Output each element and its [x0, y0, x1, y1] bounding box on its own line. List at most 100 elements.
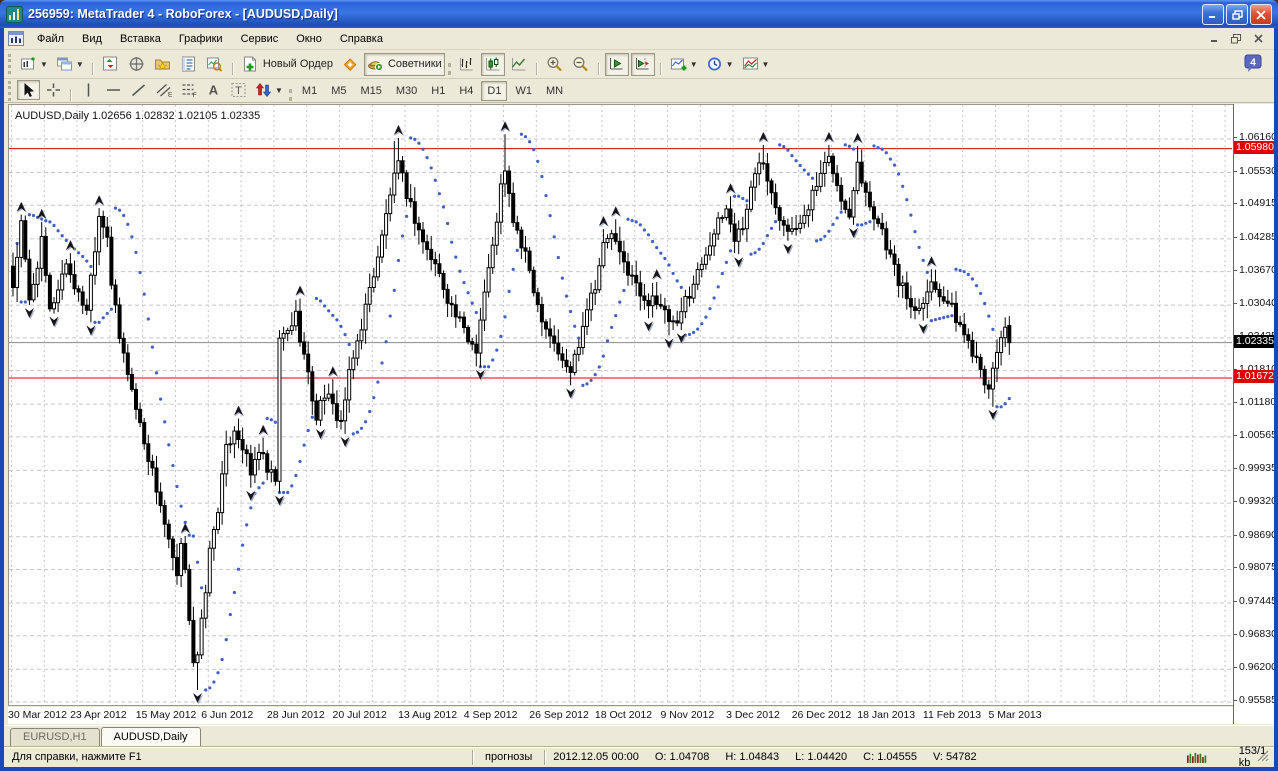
menu-справка[interactable]: Справка: [331, 30, 392, 48]
equidistant-channel-button[interactable]: E: [152, 80, 175, 100]
status-cell-3: L: 1.04420: [787, 751, 855, 763]
terminal-icon: [180, 56, 197, 72]
mql4-icon: 4: [1244, 54, 1262, 73]
profiles-icon: [56, 56, 73, 72]
restore-button[interactable]: [1226, 4, 1248, 25]
mdi-restore-icon: [1231, 34, 1241, 44]
app-icon: [6, 6, 23, 23]
period-h1-button[interactable]: H1: [425, 81, 451, 101]
chart-line-icon: [510, 56, 527, 72]
metaeditor-button[interactable]: [338, 53, 362, 76]
mdi-minimize-button[interactable]: [1206, 32, 1222, 46]
arrows-tool-button[interactable]: ▼: [252, 80, 286, 100]
period-m30-button[interactable]: M30: [390, 81, 423, 101]
zoom-in-button[interactable]: [543, 53, 567, 76]
price-tick: 1.03040: [1239, 297, 1277, 309]
profiles-button[interactable]: ▼: [53, 53, 87, 76]
minimize-button[interactable]: [1202, 4, 1224, 25]
periods-menu-dropdown-icon[interactable]: ▼: [726, 60, 734, 69]
period-d1-button[interactable]: D1: [481, 81, 507, 101]
menu-вставка[interactable]: Вставка: [111, 30, 170, 48]
chart-bars-icon: [458, 56, 475, 72]
chart-tab-eurusd-h1[interactable]: EURUSD,H1: [10, 728, 100, 746]
mdi-restore-button[interactable]: [1228, 32, 1244, 46]
price-axis[interactable]: 1.061601.055301.049151.042851.036701.030…: [1233, 104, 1274, 724]
price-tick: 1.04915: [1239, 197, 1277, 209]
menu-графики[interactable]: Графики: [170, 30, 232, 48]
resize-grip[interactable]: [1256, 749, 1269, 762]
period-mn-button[interactable]: MN: [540, 81, 569, 101]
chart-bars-button[interactable]: [455, 53, 479, 76]
menu-вид[interactable]: Вид: [73, 30, 111, 48]
vertical-line-button[interactable]: [77, 80, 100, 100]
time-axis[interactable]: 30 Mar 201223 Apr 201215 May 20126 Jun 2…: [8, 707, 1233, 724]
status-feed: прогнозы: [473, 751, 544, 763]
trendline-button[interactable]: [127, 80, 150, 100]
chart-candles-button[interactable]: [481, 53, 505, 76]
toolbar-separator: [232, 63, 234, 75]
close-button[interactable]: [1250, 4, 1272, 25]
date-tick: 18 Jan 2013: [857, 709, 915, 721]
status-cell-2: H: 1.04843: [717, 751, 787, 763]
auto-scroll-button[interactable]: [605, 53, 629, 76]
chart-window-icon[interactable]: [8, 31, 24, 46]
new-chart-dropdown-icon[interactable]: ▼: [40, 60, 48, 69]
periods-menu-button[interactable]: ▼: [703, 53, 737, 76]
templates-menu-dropdown-icon[interactable]: ▼: [762, 60, 770, 69]
status-bar: Для справки, нажмите F1 прогнозы 2012.12…: [4, 746, 1274, 767]
horizontal-line-button[interactable]: [102, 80, 125, 100]
chart-window: AUDUSD,Daily 1.02656 1.02832 1.02105 1.0…: [4, 103, 1274, 725]
zoom-in-icon: [546, 56, 563, 72]
date-tick: 23 Apr 2012: [70, 709, 127, 721]
cursor-button[interactable]: [17, 80, 40, 100]
period-h4-button[interactable]: H4: [453, 81, 479, 101]
text-label-button[interactable]: T: [227, 80, 250, 100]
indicators-list-button[interactable]: ▼: [667, 53, 701, 76]
period-m1-button[interactable]: M1: [296, 81, 323, 101]
mql4-community-button[interactable]: 4: [1241, 52, 1265, 75]
templates-menu-button[interactable]: ▼: [739, 53, 773, 76]
menu-bar: ФайлВидВставкаГрафикиСервисОкноСправка: [4, 28, 1274, 50]
trendline-icon: [130, 82, 147, 98]
toolbar-grip[interactable]: [8, 54, 13, 74]
new-chart-button[interactable]: ▼: [17, 53, 51, 76]
crosshair-icon: [45, 82, 62, 98]
profiles-dropdown-icon[interactable]: ▼: [76, 60, 84, 69]
terminal-button[interactable]: [177, 53, 201, 76]
toolbar-separator: [92, 63, 94, 75]
navigator-button[interactable]: [151, 53, 175, 76]
expert-advisors-button[interactable]: Советники: [364, 53, 445, 76]
toolbar-grip[interactable]: [289, 89, 292, 101]
menu-сервис[interactable]: Сервис: [232, 30, 288, 48]
arrows-tool-dropdown-icon[interactable]: ▼: [275, 86, 283, 95]
fibonacci-button[interactable]: F: [177, 80, 200, 100]
chart-tabs: EURUSD,H1AUDUSD,Daily: [4, 725, 1274, 746]
mdi-close-button[interactable]: [1250, 32, 1266, 46]
mdi-close-icon: [1254, 34, 1263, 43]
chart-tab-audusd-daily[interactable]: AUDUSD,Daily: [101, 727, 201, 746]
arrows-tool-icon: [255, 82, 272, 98]
indicators-list-dropdown-icon[interactable]: ▼: [690, 60, 698, 69]
toolbar-grip2[interactable]: [8, 81, 13, 101]
crosshair-button[interactable]: [42, 80, 65, 100]
market-watch-button[interactable]: [99, 53, 123, 76]
strategy-tester-button[interactable]: [203, 53, 227, 76]
zoom-out-button[interactable]: [569, 53, 593, 76]
menu-окно[interactable]: Окно: [287, 30, 331, 48]
chart-plot[interactable]: AUDUSD,Daily 1.02656 1.02832 1.02105 1.0…: [9, 105, 1232, 705]
restore-icon: [1232, 10, 1243, 20]
new-order-button[interactable]: Новый Ордер: [239, 53, 336, 76]
period-m5-button[interactable]: M5: [325, 81, 352, 101]
data-window-button[interactable]: [125, 53, 149, 76]
chart-line-button[interactable]: [507, 53, 531, 76]
period-w1-button[interactable]: W1: [509, 81, 538, 101]
chart-shift-button[interactable]: [631, 53, 655, 76]
toolbar-separator: [660, 63, 662, 75]
menu-файл[interactable]: Файл: [28, 30, 73, 48]
date-tick: 28 Jun 2012: [267, 709, 325, 721]
status-cell-5: V: 54782: [925, 751, 985, 763]
text-icon: A: [205, 82, 222, 98]
period-m15-button[interactable]: M15: [354, 81, 387, 101]
text-button[interactable]: A: [202, 80, 225, 100]
toolbar-grip[interactable]: [448, 63, 451, 75]
